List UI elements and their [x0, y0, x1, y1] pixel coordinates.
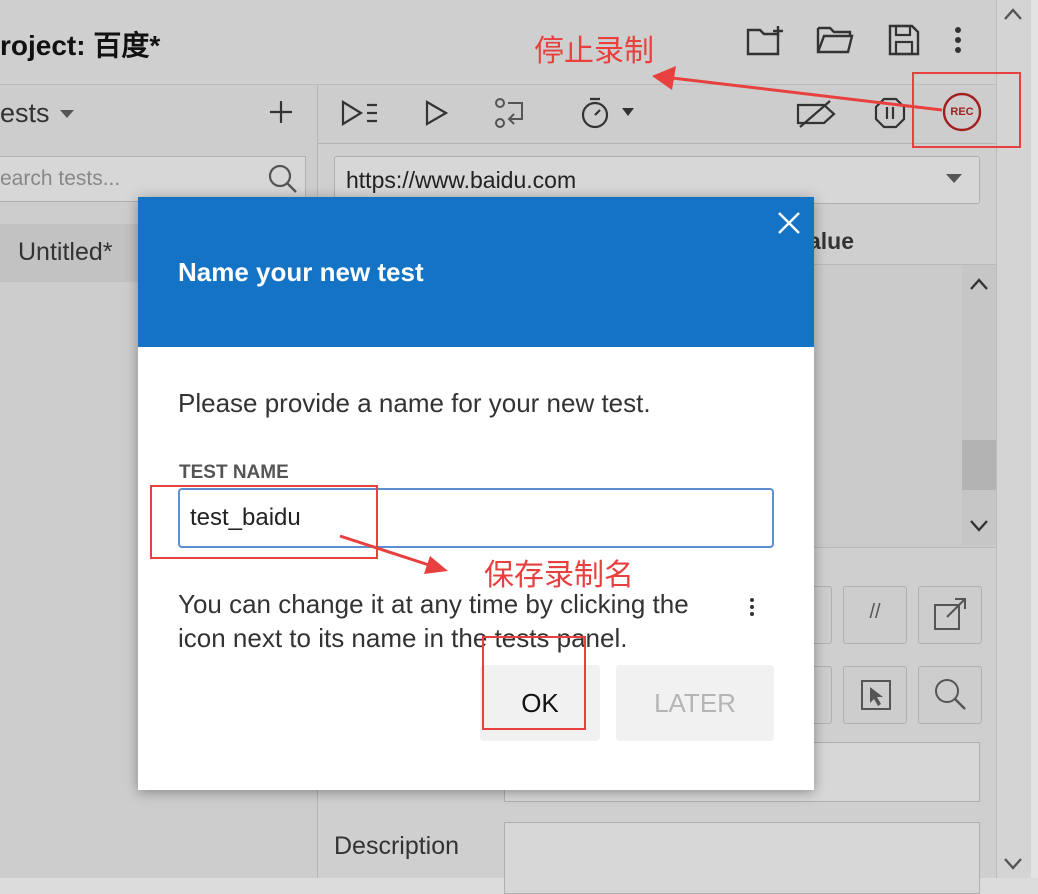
annotation-arrow-2	[0, 0, 1038, 878]
ok-highlight-box	[482, 636, 586, 730]
